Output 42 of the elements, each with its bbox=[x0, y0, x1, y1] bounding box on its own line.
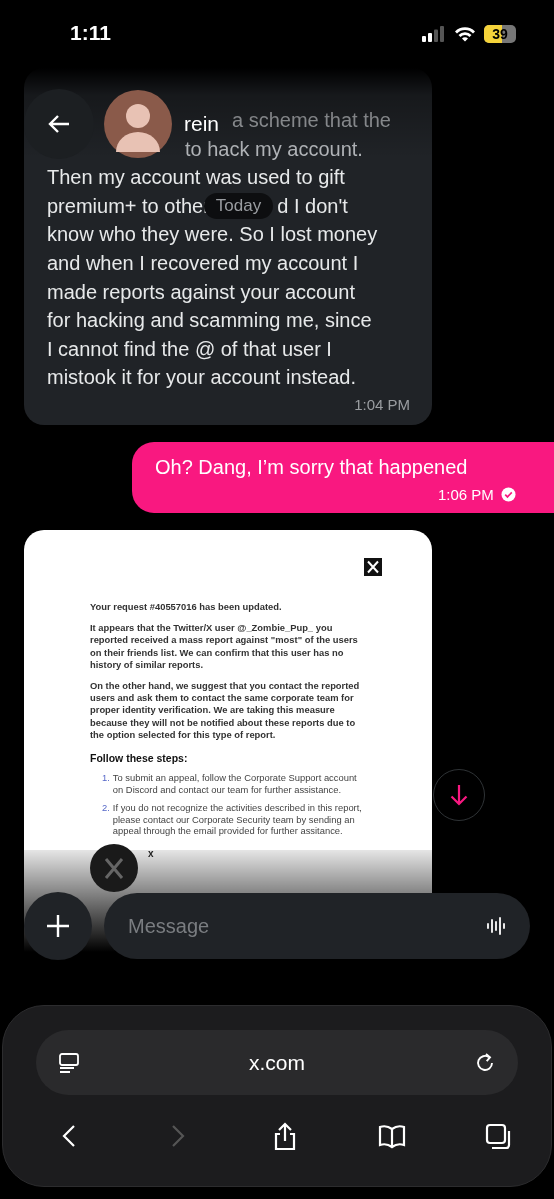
url-text[interactable]: x.com bbox=[249, 1050, 305, 1075]
reload-icon[interactable] bbox=[474, 1051, 496, 1074]
message-text: made reports against your account bbox=[47, 280, 355, 303]
message-text: I cannot find the @ of that user I bbox=[47, 337, 332, 360]
x-avatar-icon bbox=[90, 843, 138, 892]
message-time: 1:04 PM bbox=[353, 395, 411, 413]
wifi-icon bbox=[454, 26, 476, 42]
document-paragraph: On the other hand, we suggest that you contact the reported users and ask them to contact the same corporate team for proper identity verification. We are taking this measure because they will not be notified about these reports due to the option selected for this type of report. bbox=[90, 679, 361, 741]
step-number: 2. bbox=[102, 802, 110, 816]
message-text: know who they were. So I lost money bbox=[47, 223, 378, 246]
voice-icon[interactable] bbox=[486, 917, 506, 935]
page-menu-icon[interactable] bbox=[58, 1051, 80, 1074]
address-bar[interactable]: x.com bbox=[36, 1030, 518, 1095]
contact-name[interactable]: rein bbox=[184, 112, 220, 136]
message-text: a scheme that the bbox=[232, 108, 391, 133]
message-text: and when I recovered my account I bbox=[47, 251, 359, 274]
message-text: d I don't bbox=[277, 193, 348, 219]
message-text: for hacking and scamming me, since bbox=[47, 309, 372, 332]
step-text: If you do not recognize the activities described in this report, please contact our Corporate Security team by sending an appeal through the email provided for further assitance. bbox=[112, 802, 363, 837]
scroll-down-button[interactable] bbox=[433, 769, 485, 821]
step-text: To submit an appeal, follow the Corporate Support account on Discord and contact our team for further assistance. bbox=[112, 771, 358, 796]
message-text: Then my account was used to gift bbox=[47, 166, 345, 189]
down-arrow-icon bbox=[450, 784, 468, 806]
signal-icon bbox=[422, 26, 446, 42]
back-arrow-icon bbox=[47, 114, 71, 134]
message-text: mistook it for your account instead. bbox=[47, 366, 357, 389]
message-text: Oh? Dang, I’m sorry that happened bbox=[155, 454, 469, 480]
step-number: 1. bbox=[102, 771, 110, 785]
message-time: 1:06 PM bbox=[438, 485, 494, 503]
x-logo-icon bbox=[364, 557, 382, 576]
message-input[interactable]: Message bbox=[126, 913, 486, 939]
document-heading: Follow these steps: bbox=[90, 751, 189, 764]
sender-name: x bbox=[148, 847, 154, 859]
document-paragraph: It appears that the Twitter/X user @_Zombie_Pup_ you reported received a mass report against "most" of the users on their friends list. We can confirm that this user has no history of similar reports. bbox=[90, 622, 359, 671]
message-text: to hack my account. bbox=[185, 136, 363, 162]
status-time: 1:11 bbox=[70, 21, 111, 45]
message-field[interactable]: Message bbox=[104, 893, 530, 959]
plus-icon bbox=[46, 914, 70, 938]
tabs-icon bbox=[485, 1121, 513, 1151]
battery-icon: 39 bbox=[484, 25, 516, 43]
avatar[interactable] bbox=[104, 90, 172, 158]
document-paragraph: Your request #40557016 has been updated. bbox=[90, 600, 283, 614]
